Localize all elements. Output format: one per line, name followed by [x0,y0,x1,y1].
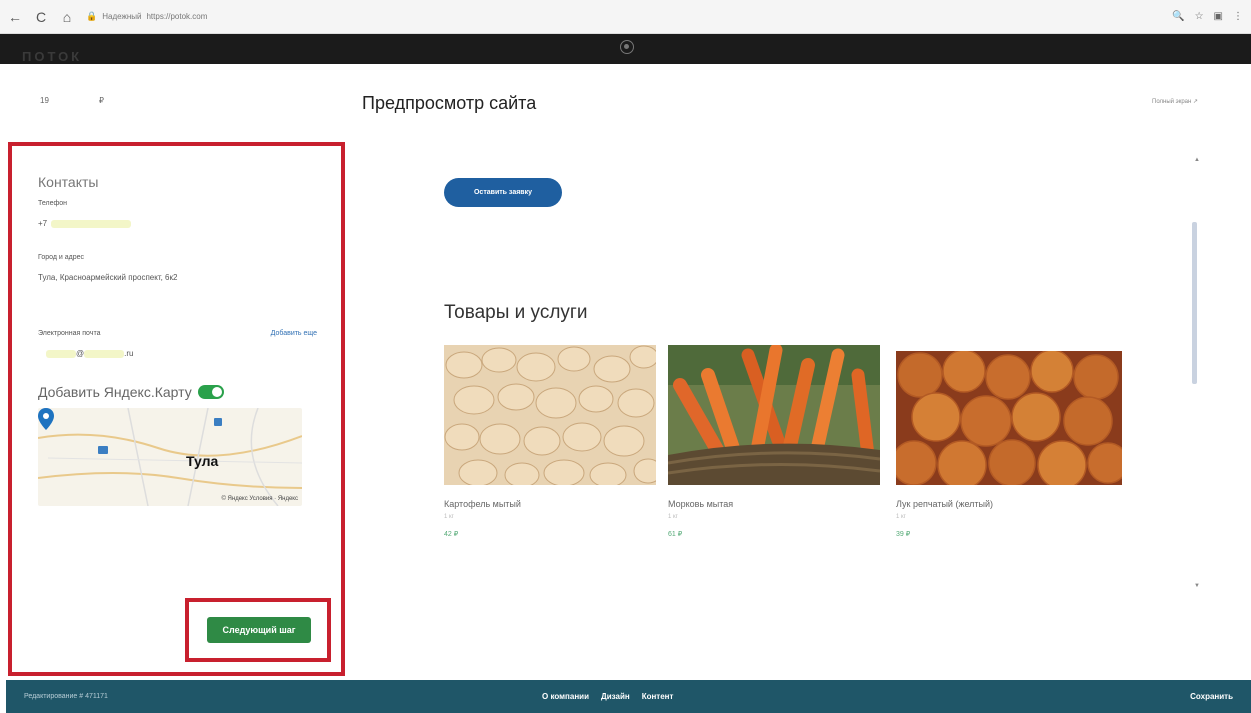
extension-icon[interactable]: ▣ [1214,11,1223,22]
product-price: 39 ₽ [896,531,911,538]
email-at: @ [76,349,85,358]
add-email-link[interactable]: Добавить еще [271,330,317,349]
next-step-highlight: Следующий шаг [185,598,331,662]
preview-mode-icon[interactable] [620,40,634,54]
product-card[interactable]: Картофель мытый 1 кг 42 ₽ [444,345,656,538]
products-section-title: Товары и услуги [444,302,588,323]
yandex-map-label: Добавить Яндекс.Карту [38,384,192,400]
menu-icon[interactable]: ⋮ [1233,11,1243,22]
yandex-map-toggle[interactable] [197,385,224,399]
yandex-map[interactable]: Тула © Яндекс Условия · Яндекс [38,408,302,506]
email-domain-redacted [84,349,125,358]
bottom-bar: Редактирование # 471171 О компании Дизай… [6,680,1251,713]
phone-field[interactable]: +7 [38,219,317,228]
preview-title: Предпросмотр сайта [362,93,537,113]
carrots-image [668,345,880,485]
reload-icon[interactable]: C [34,9,48,25]
phone-redacted [51,219,132,228]
browser-actions: 🔍 ☆ ▣ ⋮ [1172,11,1243,22]
contacts-panel: Контакты Телефон +7 Город и адрес Тула, … [8,142,345,676]
email-header-row: Электронная почта Добавить еще [38,330,317,349]
contacts-title: Контакты [38,174,99,190]
product-price: 42 ₽ [444,531,459,538]
map-attribution[interactable]: © Яндекс Условия · Яндекс [221,496,298,502]
scroll-up-icon[interactable]: ▲ [1194,157,1200,163]
left-top-row: 19 ₽ [40,96,104,105]
next-step-button[interactable]: Следующий шаг [207,617,311,643]
bookmark-star-icon[interactable]: ☆ [1195,11,1204,22]
save-button[interactable]: Сохранить [1190,692,1233,701]
phone-prefix: +7 [38,219,48,228]
nav-design[interactable]: Дизайн [601,692,630,701]
product-unit: 1 кг [668,514,678,520]
security-label: Надежный [102,12,142,21]
lock-icon: 🔒 [86,11,98,21]
bottom-nav: О компании Дизайн Контент [542,692,673,701]
email-label: Электронная почта [38,330,101,337]
scroll-down-icon[interactable]: ▼ [1194,583,1200,589]
step-indicator: 19 [40,96,49,105]
browser-toolbar: ← C ⌂ 🔒 Надежный https://potok.com 🔍 ☆ ▣… [0,0,1251,34]
product-card[interactable]: Морковь мытая 1 кг 61 ₽ [668,345,880,538]
home-icon[interactable]: ⌂ [60,9,74,25]
product-price: 61 ₽ [668,531,683,538]
potatoes-image [444,345,656,485]
email-user-redacted [46,349,76,358]
edit-id-label: Редактирование # 471171 [24,693,108,700]
app-logo: ПОТОК [22,48,83,64]
zoom-icon[interactable]: 🔍 [1172,11,1184,22]
phone-label: Телефон [38,200,68,207]
email-field[interactable]: @ .ru [46,349,317,358]
product-name: Морковь мытая [668,499,734,509]
map-city-label: Тула [186,453,219,469]
product-name: Лук репчатый (желтый) [896,499,994,509]
product-name: Картофель мытый [444,499,521,509]
map-pin-icon [38,408,54,430]
preview-scrollbar[interactable] [1192,222,1197,384]
address-field[interactable]: Тула, Красноармейский проспект, 6к2 [38,273,317,282]
product-unit: 1 кг [444,514,454,520]
leave-request-button[interactable]: Оставить заявку [444,178,562,207]
yandex-map-row: Добавить Яндекс.Карту [38,384,317,400]
back-icon[interactable]: ← [8,9,22,25]
map-roads [38,408,302,506]
nav-content[interactable]: Контент [642,692,674,701]
product-card[interactable]: Лук репчатый (желтый) 1 кг 39 ₽ [896,345,1122,538]
address-label: Город и адрес [38,254,84,261]
app-header: ПОТОК [0,34,1251,64]
email-tld: .ru [124,349,134,358]
currency-indicator: ₽ [98,96,104,105]
nav-about-company[interactable]: О компании [542,692,589,701]
address-bar[interactable]: 🔒 Надежный https://potok.com [86,11,207,22]
onions-image [896,351,1122,485]
fullscreen-link[interactable]: Полный экран ↗ [1152,98,1198,105]
url-text: https://potok.com [146,12,208,21]
product-unit: 1 кг [896,514,906,520]
